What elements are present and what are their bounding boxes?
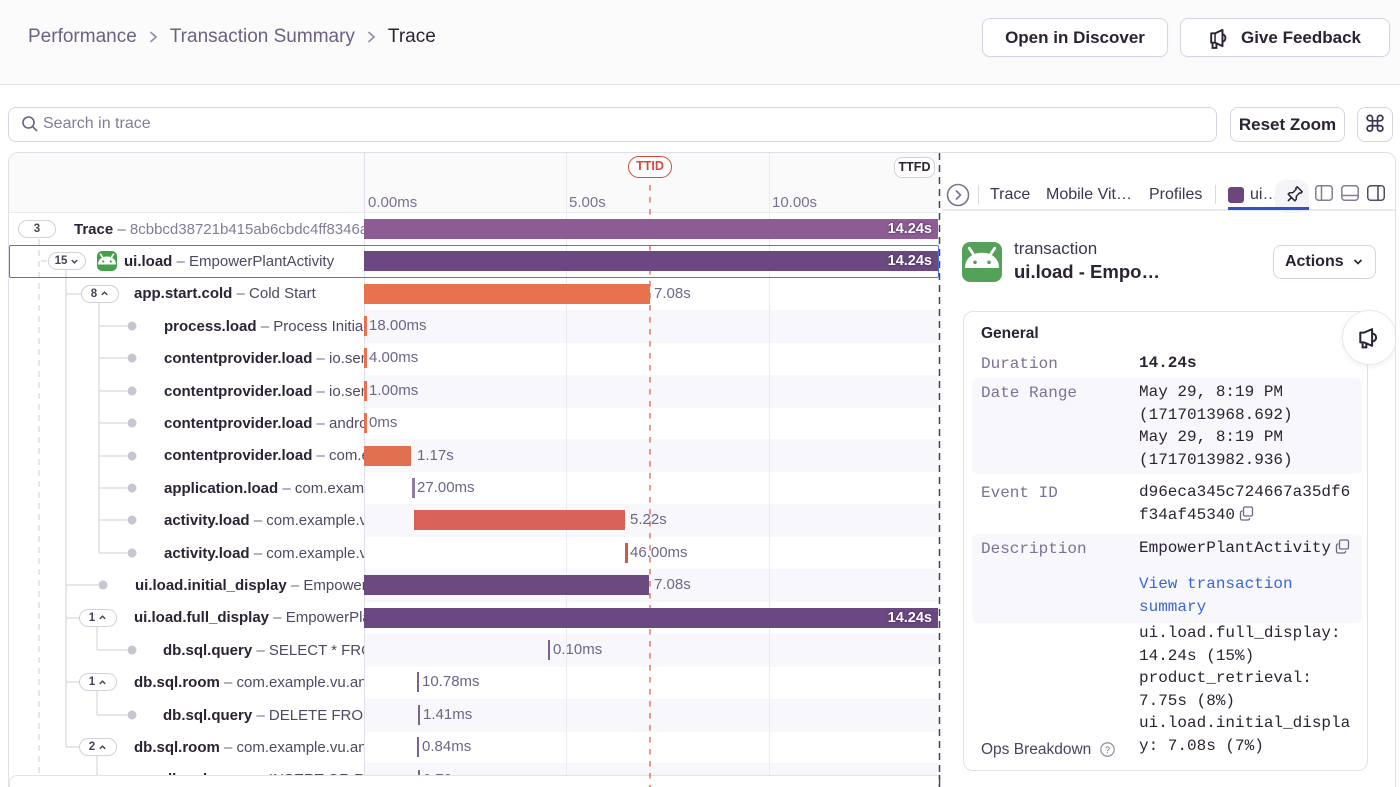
- svg-text:?: ?: [1105, 744, 1110, 754]
